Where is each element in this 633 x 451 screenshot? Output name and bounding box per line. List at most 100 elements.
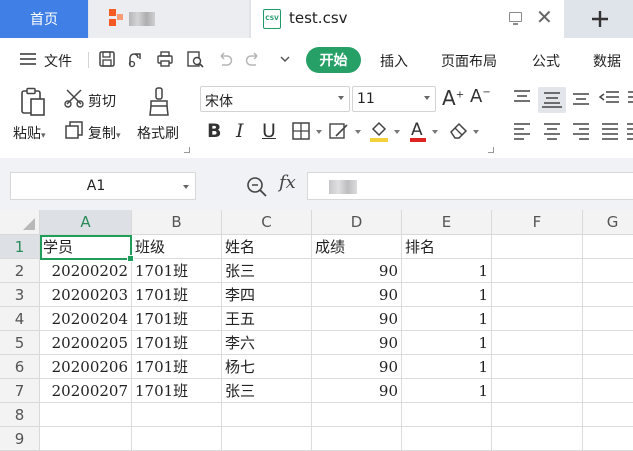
grid-cell[interactable]: 20200206 (40, 355, 132, 379)
display-icon[interactable] (509, 12, 522, 25)
column-header[interactable]: A (40, 210, 132, 235)
grid-cell[interactable] (492, 427, 583, 451)
grid-cell[interactable] (583, 379, 633, 403)
row-header[interactable]: 7 (0, 379, 40, 403)
column-header[interactable]: D (312, 210, 402, 235)
align-right-icon[interactable] (571, 122, 591, 144)
grid-cell[interactable]: 排名 (402, 235, 492, 259)
redo-icon[interactable] (244, 50, 262, 68)
spreadsheet-grid[interactable]: ABCDEFG 123456789 学员 班级 姓名 成绩 排名 20200202 1701… (0, 210, 633, 451)
tab-start[interactable]: 开始 (306, 47, 361, 73)
eraser-dropdown-icon[interactable] (473, 130, 479, 134)
menu-file[interactable]: 文件 (44, 51, 72, 71)
row-header[interactable]: 1 (0, 235, 40, 259)
grid-cell[interactable]: 王五 (222, 307, 312, 331)
grid-cell[interactable]: 1 (402, 379, 492, 403)
grid-cell[interactable]: 1701班 (132, 259, 222, 283)
row-header[interactable]: 5 (0, 331, 40, 355)
row-header[interactable]: 2 (0, 259, 40, 283)
row-header[interactable]: 4 (0, 307, 40, 331)
grid-cell[interactable] (402, 427, 492, 451)
grid-cell[interactable]: 20200205 (40, 331, 132, 355)
row-header[interactable]: 9 (0, 427, 40, 451)
grid-cell[interactable]: 90 (312, 283, 402, 307)
grid-cell[interactable] (583, 427, 633, 451)
increase-font-icon[interactable]: A+ (442, 86, 464, 110)
grid-cell[interactable]: 张三 (222, 379, 312, 403)
column-header[interactable]: B (132, 210, 222, 235)
tab-page-layout[interactable]: 页面布局 (441, 51, 497, 71)
grid-cell[interactable]: 20200204 (40, 307, 132, 331)
name-box[interactable]: A1 (10, 172, 196, 200)
grid-cell[interactable] (492, 355, 583, 379)
grid-cell[interactable]: 李六 (222, 331, 312, 355)
grid-cell[interactable] (583, 331, 633, 355)
grid-cell[interactable]: 1 (402, 259, 492, 283)
zoom-formula-icon[interactable] (246, 176, 268, 202)
font-color-icon[interactable]: A (408, 118, 428, 148)
close-tab-icon[interactable]: ✕ (536, 5, 553, 29)
grid-cell[interactable]: 1701班 (132, 307, 222, 331)
grid-cell[interactable]: 张三 (222, 259, 312, 283)
grid-cell[interactable]: 90 (312, 331, 402, 355)
export-icon[interactable] (126, 50, 144, 68)
select-all-corner[interactable] (0, 210, 40, 235)
paste-icon[interactable] (19, 87, 47, 117)
grid-cell[interactable] (492, 307, 583, 331)
tab-home[interactable]: 首页 (0, 0, 88, 38)
grid-cell[interactable] (583, 307, 633, 331)
justify-icon[interactable] (600, 122, 620, 144)
column-header[interactable]: E (402, 210, 492, 235)
grid-cell[interactable]: 姓名 (222, 235, 312, 259)
grid-cell[interactable] (492, 331, 583, 355)
grid-cell[interactable]: 1 (402, 283, 492, 307)
distributed-icon[interactable] (627, 122, 633, 144)
format-painter-button[interactable]: 格式刷 (137, 123, 179, 143)
grid-cell[interactable] (402, 403, 492, 427)
grid-cell[interactable]: 20200203 (40, 283, 132, 307)
new-tab-button[interactable] (566, 0, 633, 38)
grid-cell[interactable] (312, 427, 402, 451)
grid-cell[interactable]: 1701班 (132, 283, 222, 307)
grid-cell[interactable]: 20200207 (40, 379, 132, 403)
column-header[interactable]: F (492, 210, 583, 235)
grid-cell[interactable] (492, 379, 583, 403)
copy-button[interactable]: 复制▾ (88, 123, 121, 143)
grid-cell[interactable]: 1701班 (132, 379, 222, 403)
eraser-icon[interactable] (448, 120, 470, 144)
insert-function-button[interactable]: fx (279, 172, 296, 193)
clipboard-dialog-launcher[interactable] (184, 147, 190, 153)
tab-formula[interactable]: 公式 (532, 51, 560, 71)
decrease-font-icon[interactable]: A− (470, 86, 491, 107)
fill-color-dropdown-icon[interactable] (394, 130, 400, 134)
font-size-select[interactable]: 11 (352, 86, 436, 112)
fill-pattern-dropdown-icon[interactable] (355, 130, 361, 134)
border-icon[interactable] (291, 121, 311, 145)
grid-cell[interactable] (132, 427, 222, 451)
grid-cell[interactable] (583, 283, 633, 307)
fill-pattern-icon[interactable] (328, 121, 350, 145)
grid-cell[interactable]: 成绩 (312, 235, 402, 259)
grid-cell[interactable]: 1 (402, 355, 492, 379)
row-header[interactable]: 6 (0, 355, 40, 379)
cut-button[interactable]: 剪切 (88, 91, 116, 111)
tab-data[interactable]: 数据 (593, 51, 621, 71)
grid-cell[interactable] (132, 403, 222, 427)
print-preview-icon[interactable] (186, 50, 204, 68)
grid-cell[interactable]: 20200202 (40, 259, 132, 283)
grid-cell[interactable] (492, 403, 583, 427)
underline-icon[interactable]: U (262, 120, 276, 142)
grid-cell[interactable] (583, 355, 633, 379)
align-bottom-icon[interactable] (571, 89, 591, 111)
save-icon[interactable] (98, 50, 116, 68)
grid-cell[interactable] (40, 403, 132, 427)
grid-cell[interactable]: 1701班 (132, 355, 222, 379)
align-top-icon[interactable] (512, 89, 532, 111)
row-header[interactable]: 3 (0, 283, 40, 307)
grid-cell[interactable]: 1701班 (132, 331, 222, 355)
grid-cell[interactable] (492, 259, 583, 283)
align-middle-button[interactable] (538, 87, 566, 113)
paste-button[interactable]: 粘贴▾ (13, 123, 46, 143)
tab-app[interactable] (89, 0, 249, 38)
quick-access-chevron-icon[interactable] (276, 50, 294, 68)
